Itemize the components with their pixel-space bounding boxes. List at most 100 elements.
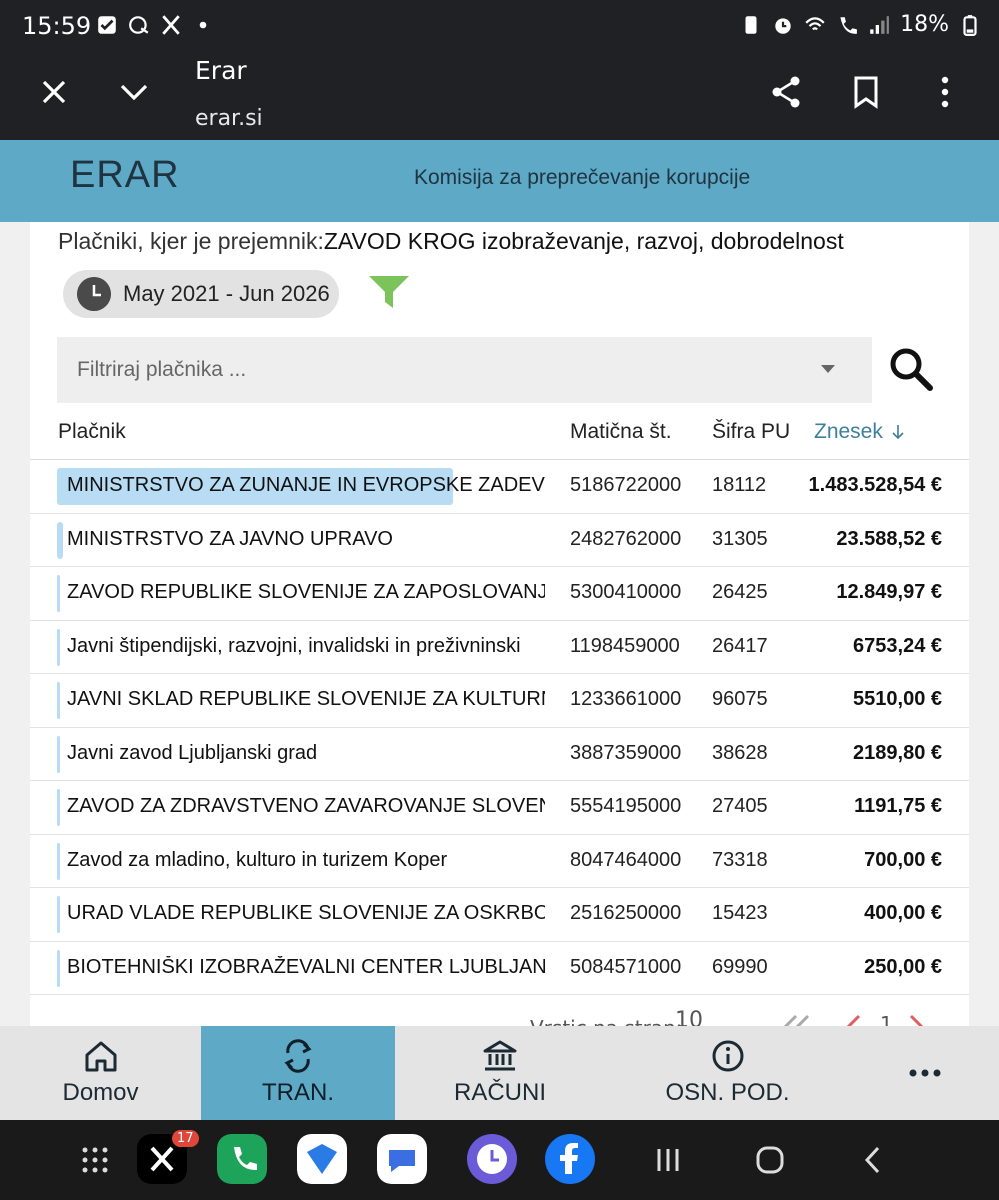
amount-share-bar <box>57 682 60 719</box>
payer-name[interactable]: JAVNI SKLAD REPUBLIKE SLOVENIJE ZA KULTU… <box>67 688 545 711</box>
battery-icon <box>963 14 977 36</box>
table-row[interactable]: JAVNI SKLAD REPUBLIKE SLOVENIJE ZA KULTU… <box>30 674 969 728</box>
registration-number: 1198459000 <box>570 634 680 657</box>
payer-name[interactable]: MINISTRSTVO ZA JAVNO UPRAVO <box>67 528 545 551</box>
search-icon[interactable] <box>886 344 936 394</box>
clock-app-icon[interactable] <box>467 1134 517 1184</box>
payer-name[interactable]: Javni štipendijski, razvojni, invalidski… <box>67 635 545 658</box>
current-page: 1 <box>880 1012 893 1026</box>
x-icon <box>162 15 180 35</box>
amount: 12.849,97 € <box>836 581 942 603</box>
col-header-sifra[interactable]: Šifra PU <box>712 420 790 444</box>
payer-name[interactable]: Javni zavod Ljubljanski grad <box>67 742 545 765</box>
info-icon <box>712 1040 743 1072</box>
col-header-placnik[interactable]: Plačnik <box>58 420 126 444</box>
home-icon <box>85 1041 116 1072</box>
title-recipient: ZAVOD KROG izobraževanje, razvoj, dobrod… <box>323 228 844 254</box>
date-range-chip[interactable]: May 2021 - Jun 2026 <box>63 270 339 318</box>
messages-app-icon[interactable] <box>377 1134 427 1184</box>
table-row[interactable]: ZAVOD ZA ZDRAVSTVENO ZAVAROVANJE SLOVENI… <box>30 781 969 835</box>
bookmark-icon[interactable] <box>850 72 882 112</box>
amount: 2189,80 € <box>853 741 942 764</box>
nav-label: Domov <box>62 1079 139 1106</box>
budget-user-code: 96075 <box>712 688 768 710</box>
share-icon[interactable] <box>768 72 804 112</box>
home-button-icon[interactable] <box>755 1145 785 1175</box>
prev-page-icon[interactable] <box>845 1014 865 1026</box>
budget-user-code: 18112 <box>712 474 767 496</box>
bottom-nav: Domov TRAN. RAČUNI OSN. POD. <box>0 1026 999 1120</box>
table-row[interactable]: MINISTRSTVO ZA ZUNANJE IN EVROPSKE ZADEV… <box>30 460 969 514</box>
registration-number: 2516250000 <box>570 902 682 924</box>
registration-number: 5554195000 <box>570 795 682 817</box>
table-row[interactable]: ZAVOD REPUBLIKE SLOVENIJE ZA ZAPOSLOVANJ… <box>30 567 969 621</box>
budget-user-code: 69990 <box>712 955 768 978</box>
rows-per-page-select[interactable]: 10 <box>675 1008 703 1026</box>
table-row[interactable]: Javni zavod Ljubljanski grad 3887359000 … <box>30 728 969 781</box>
amount: 250,00 € <box>864 955 942 978</box>
table-row[interactable]: MINISTRSTVO ZA JAVNO UPRAVO 2482762000 3… <box>30 514 969 567</box>
table-row[interactable]: BIOTEHNIŠKI IZOBRAŽEVALNI CENTER LJUBLJA… <box>30 942 969 995</box>
status-time: 15:59 <box>22 12 92 40</box>
sort-desc-icon <box>892 425 904 440</box>
col-header-znesek-label: Znesek <box>814 420 883 443</box>
next-page-icon[interactable] <box>905 1014 925 1026</box>
table-header: Plačnik Matična št. Šifra PU Znesek <box>30 418 969 460</box>
payer-name[interactable]: URAD VLADE REPUBLIKE SLOVENIJE ZA OSKRBO… <box>67 902 545 925</box>
wallet-icon <box>129 16 149 34</box>
payer-filter[interactable] <box>57 337 872 403</box>
registration-number: 3887359000 <box>570 741 682 764</box>
amount-share-bar <box>57 628 60 666</box>
nav-item-racuni[interactable]: RAČUNI <box>400 1026 600 1120</box>
page-title: Plačniki, kjer je prejemnik:ZAVOD KROG i… <box>58 228 844 255</box>
x-notification-badge: 17 <box>172 1130 199 1147</box>
amount: 700,00 € <box>864 848 942 871</box>
payer-name[interactable]: Zavod za mladino, kulturo in turizem Kop… <box>67 849 545 872</box>
nav-item-osn-pod[interactable]: OSN. POD. <box>620 1026 835 1120</box>
col-header-maticna[interactable]: Matična št. <box>570 420 672 444</box>
registration-number: 1233661000 <box>570 688 682 710</box>
table-row[interactable]: Zavod za mladino, kulturo in turizem Kop… <box>30 835 969 888</box>
browser-url[interactable]: erar.si <box>195 106 263 131</box>
col-header-znesek[interactable]: Znesek <box>814 420 905 444</box>
registration-number: 5084571000 <box>570 955 682 978</box>
date-range-text: May 2021 - Jun 2026 <box>123 281 330 306</box>
payer-name[interactable]: ZAVOD REPUBLIKE SLOVENIJE ZA ZAPOSLOVANJ… <box>67 581 545 604</box>
phone-app-icon[interactable] <box>217 1134 267 1184</box>
battery-percent: 18% <box>900 12 949 37</box>
nav-item-more[interactable] <box>870 1026 980 1120</box>
payer-name[interactable]: BIOTEHNIŠKI IZOBRAŽEVALNI CENTER LJUBLJA… <box>67 956 545 979</box>
payers-card: Plačniki, kjer je prejemnik:ZAVOD KROG i… <box>30 222 969 1026</box>
more-vertical-icon[interactable] <box>930 72 960 112</box>
apps-grid-icon[interactable] <box>80 1145 110 1175</box>
close-icon[interactable] <box>36 74 72 110</box>
back-icon[interactable] <box>858 1145 888 1175</box>
site-logo[interactable]: ERAR <box>70 154 180 197</box>
nav-item-tran[interactable]: TRAN. <box>201 1026 395 1120</box>
recent-apps-icon[interactable] <box>653 1145 683 1175</box>
amount: 23.588,52 € <box>836 527 942 550</box>
rows-per-page-label: Vrstic na stran: <box>530 1016 683 1026</box>
transactions-icon <box>284 1039 312 1073</box>
filter-funnel-icon[interactable] <box>367 272 411 312</box>
first-page-icon[interactable] <box>782 1014 812 1026</box>
table-row[interactable]: Javni štipendijski, razvojni, invalidski… <box>30 621 969 674</box>
amount: 5510,00 € <box>853 688 942 710</box>
mail-app-icon[interactable] <box>297 1134 347 1184</box>
budget-user-code: 27405 <box>712 795 768 817</box>
facebook-app-icon[interactable] <box>545 1134 595 1184</box>
chevron-down-icon[interactable] <box>114 74 154 110</box>
dropdown-caret-icon[interactable] <box>821 365 835 373</box>
amount: 6753,24 € <box>853 634 942 657</box>
table-row[interactable]: URAD VLADE REPUBLIKE SLOVENIJE ZA OSKRBO… <box>30 888 969 942</box>
bank-icon <box>483 1040 517 1071</box>
amount-share-bar <box>57 842 60 880</box>
payer-name[interactable]: MINISTRSTVO ZA ZUNANJE IN EVROPSKE ZADEV… <box>67 474 545 497</box>
site-header: ERAR Komisija za preprečevanje korupcije <box>0 140 999 222</box>
nav-label: RAČUNI <box>453 1079 546 1106</box>
amount: 1191,75 € <box>854 795 942 817</box>
amount-share-bar <box>57 896 60 933</box>
nav-item-domov[interactable]: Domov <box>0 1026 201 1120</box>
payer-name[interactable]: ZAVOD ZA ZDRAVSTVENO ZAVAROVANJE SLOVENI… <box>67 795 545 818</box>
payer-filter-input[interactable] <box>77 337 797 403</box>
